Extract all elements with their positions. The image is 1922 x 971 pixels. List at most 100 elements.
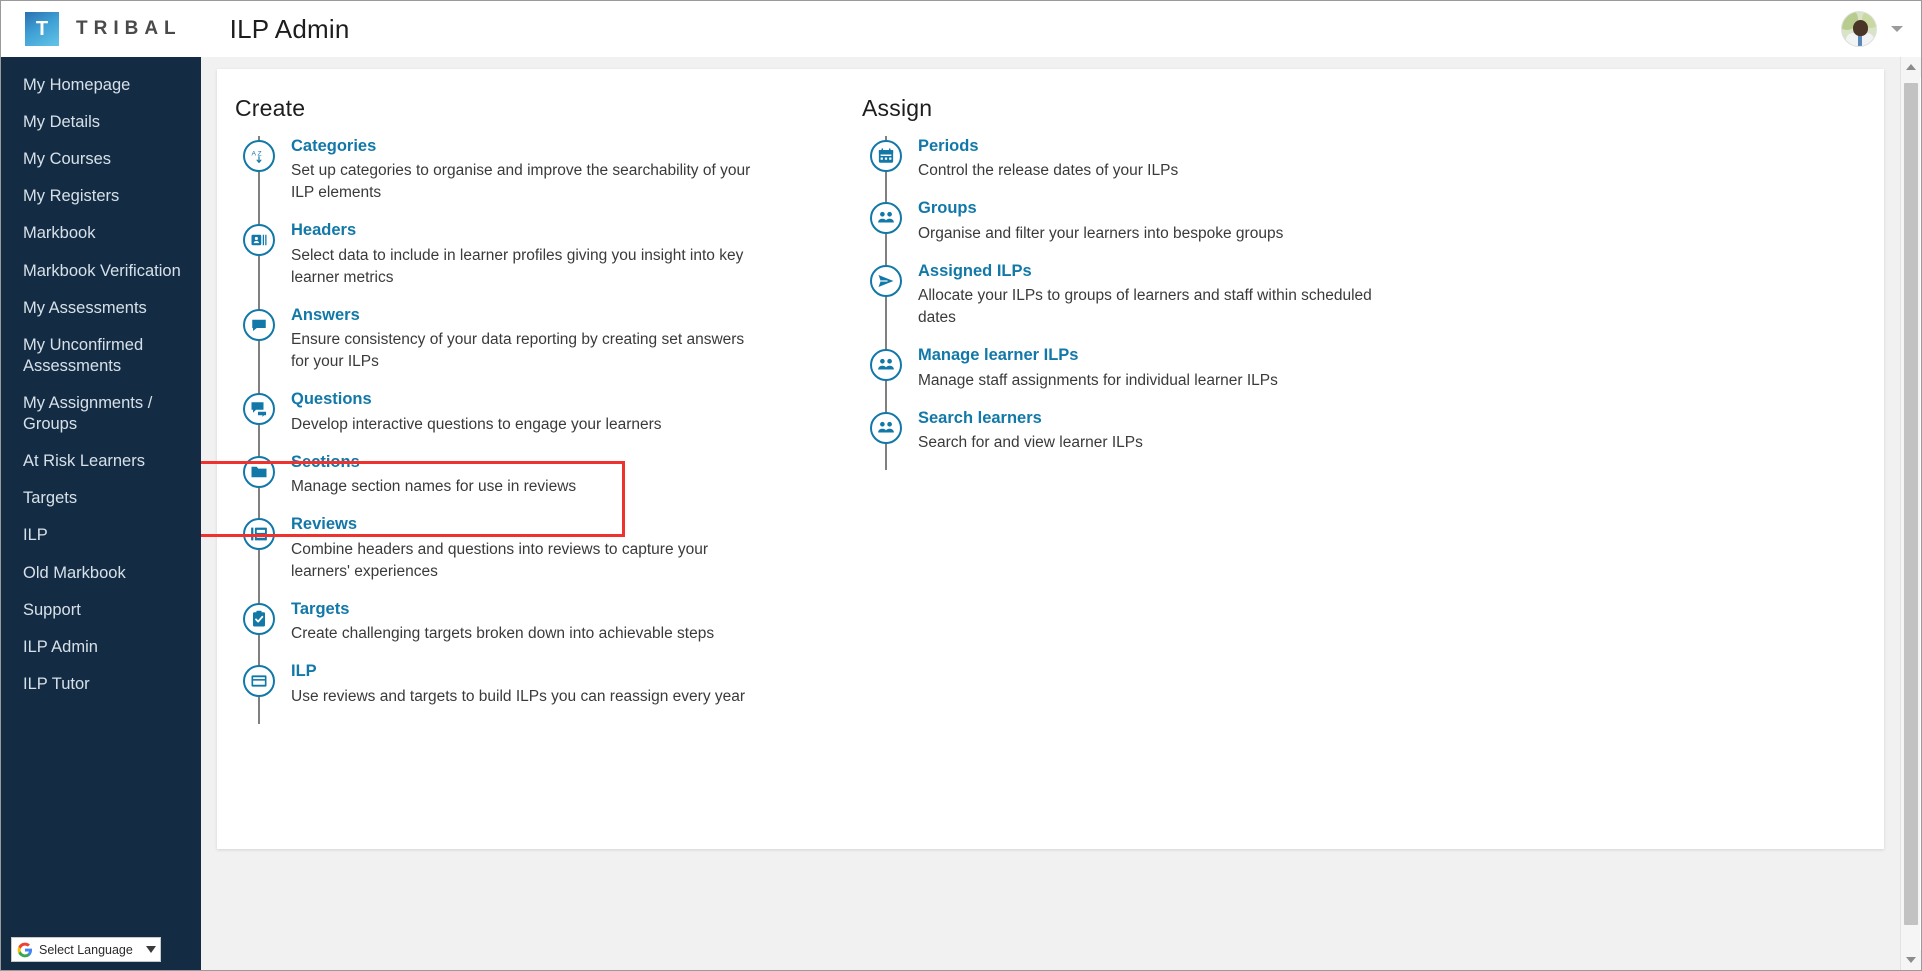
create-link-categories[interactable]: Categories xyxy=(291,136,376,157)
scroll-down-arrow[interactable] xyxy=(1901,950,1921,970)
assign-item-body: Groups Organise and filter your learners… xyxy=(918,198,1283,244)
brand-logo[interactable]: T TRIBAL xyxy=(25,12,182,46)
create-item-body: Headers Select data to include in learne… xyxy=(291,220,766,288)
create-link-headers[interactable]: Headers xyxy=(291,220,356,241)
sidebar-item-ilp-admin[interactable]: ILP Admin xyxy=(1,629,201,666)
sidebar-item-old-markbook[interactable]: Old Markbook xyxy=(1,555,201,592)
assign-item-body: Assigned ILPs Allocate your ILPs to grou… xyxy=(918,261,1393,329)
sidebar-item-ilp[interactable]: ILP xyxy=(1,517,201,554)
create-link-targets[interactable]: Targets xyxy=(291,599,349,620)
sidebar-item-markbook[interactable]: Markbook xyxy=(1,215,201,252)
sidebar-item-my-homepage[interactable]: My Homepage xyxy=(1,67,201,104)
column-container: Create A Z Categories Set up categories … xyxy=(217,69,1884,724)
language-selector[interactable]: Select Language xyxy=(11,937,161,962)
svg-text:Z: Z xyxy=(258,150,262,157)
sidebar-item-at-risk-learners[interactable]: At Risk Learners xyxy=(1,443,201,480)
assign-heading: Assign xyxy=(862,95,933,121)
create-item-body: Targets Create challenging targets broke… xyxy=(291,599,714,645)
assign-item-periods[interactable]: Periods Control the release dates of you… xyxy=(862,136,1432,198)
create-item-body: Questions Develop interactive questions … xyxy=(291,389,662,435)
create-desc-sections: Manage section names for use in reviews xyxy=(291,478,577,496)
sidebar-item-my-details[interactable]: My Details xyxy=(1,104,201,141)
create-desc-reviews: Combine headers and questions into revie… xyxy=(291,540,709,580)
application-window: T TRIBAL ILP Admin My Homepage My Detail… xyxy=(0,0,1922,971)
language-selector-label: Select Language xyxy=(39,942,133,957)
create-item-categories[interactable]: A Z Categories Set up categories to orga… xyxy=(235,136,805,220)
create-desc-categories: Set up categories to organise and improv… xyxy=(291,162,751,202)
people-icon xyxy=(870,349,902,382)
avatar[interactable] xyxy=(1841,11,1877,47)
sidebar-nav: My Homepage My Details My Courses My Reg… xyxy=(1,57,201,703)
sidebar-item-ilp-tutor[interactable]: ILP Tutor xyxy=(1,666,201,703)
sidebar-item-targets[interactable]: Targets xyxy=(1,480,201,517)
sidebar-item-markbook-verification[interactable]: Markbook Verification xyxy=(1,253,201,290)
assign-item-assigned-ilps[interactable]: Assigned ILPs Allocate your ILPs to grou… xyxy=(862,261,1432,345)
create-item-answers[interactable]: Answers Ensure consistency of your data … xyxy=(235,305,805,389)
chevron-down-icon[interactable] xyxy=(1891,26,1903,32)
assign-item-body: Manage learner ILPs Manage staff assignm… xyxy=(918,345,1278,391)
sidebar-item-my-registers[interactable]: My Registers xyxy=(1,178,201,215)
assign-item-groups[interactable]: Groups Organise and filter your learners… xyxy=(862,198,1432,260)
create-desc-answers: Ensure consistency of your data reportin… xyxy=(291,331,745,371)
assign-link-groups[interactable]: Groups xyxy=(918,198,977,219)
create-item-body: Categories Set up categories to organise… xyxy=(291,136,766,204)
create-item-headers[interactable]: Headers Select data to include in learne… xyxy=(235,220,805,304)
triangle-up-icon xyxy=(1906,64,1916,70)
scrollbar-thumb[interactable] xyxy=(1904,83,1918,925)
create-link-sections[interactable]: Sections xyxy=(291,452,360,473)
create-item-sections[interactable]: Sections Manage section names for use in… xyxy=(235,452,805,514)
main-content: Create A Z Categories Set up categories … xyxy=(201,57,1901,970)
page-scrollbar[interactable] xyxy=(1900,57,1921,970)
chat-bubbles-icon xyxy=(243,393,275,426)
create-link-questions[interactable]: Questions xyxy=(291,389,372,410)
create-link-reviews[interactable]: Reviews xyxy=(291,514,357,535)
create-item-targets[interactable]: Targets Create challenging targets broke… xyxy=(235,599,805,661)
people-icon xyxy=(870,202,902,235)
sidebar-item-my-unconfirmed-assessments[interactable]: My Unconfirmed Assessments xyxy=(1,327,201,385)
assign-link-search-learners[interactable]: Search learners xyxy=(918,408,1042,429)
assign-desc-assigned-ilps: Allocate your ILPs to groups of learners… xyxy=(918,287,1372,327)
assign-link-periods[interactable]: Periods xyxy=(918,136,979,157)
top-bar: T TRIBAL ILP Admin xyxy=(1,1,1921,57)
create-item-ilp[interactable]: ILP Use reviews and targets to build ILP… xyxy=(235,661,805,723)
sort-alpha-icon: A Z xyxy=(243,140,275,172)
assign-item-manage-learner-ilps[interactable]: Manage learner ILPs Manage staff assignm… xyxy=(862,345,1432,407)
document-list-icon xyxy=(243,518,275,551)
create-link-ilp[interactable]: ILP xyxy=(291,661,317,682)
scroll-up-arrow[interactable] xyxy=(1901,57,1921,77)
create-item-questions[interactable]: Questions Develop interactive questions … xyxy=(235,389,805,451)
create-item-reviews[interactable]: Reviews Combine headers and questions in… xyxy=(235,514,805,598)
create-item-body: Reviews Combine headers and questions in… xyxy=(291,514,766,582)
assign-column: Assign Periods Control the release dates… xyxy=(862,95,1432,724)
assign-link-assigned-ilps[interactable]: Assigned ILPs xyxy=(918,261,1032,282)
id-card-icon xyxy=(243,224,275,257)
create-column: Create A Z Categories Set up categories … xyxy=(235,95,805,724)
sidebar: My Homepage My Details My Courses My Reg… xyxy=(1,57,201,970)
create-item-body: Sections Manage section names for use in… xyxy=(291,452,576,498)
people-icon xyxy=(870,411,902,444)
sidebar-item-my-assessments[interactable]: My Assessments xyxy=(1,290,201,327)
tribal-logo-wordmark: TRIBAL xyxy=(76,18,182,39)
folder-icon xyxy=(243,455,275,488)
sidebar-item-support[interactable]: Support xyxy=(1,592,201,629)
assign-item-search-learners[interactable]: Search learners Search for and view lear… xyxy=(862,408,1432,470)
assign-item-body: Periods Control the release dates of you… xyxy=(918,136,1178,182)
google-g-icon xyxy=(17,942,33,958)
assign-item-body: Search learners Search for and view lear… xyxy=(918,408,1143,454)
create-link-answers[interactable]: Answers xyxy=(291,305,360,326)
chevron-down-icon[interactable] xyxy=(145,946,156,953)
assign-link-manage-learner-ilps[interactable]: Manage learner ILPs xyxy=(918,345,1078,366)
sidebar-item-my-assignments-groups[interactable]: My Assignments / Groups xyxy=(1,385,201,443)
page-title: ILP Admin xyxy=(229,13,350,44)
tribal-logo-mark: T xyxy=(25,12,59,46)
paper-plane-icon xyxy=(870,264,902,297)
assign-desc-search-learners: Search for and view learner ILPs xyxy=(918,434,1143,452)
create-timeline: A Z Categories Set up categories to orga… xyxy=(235,136,805,724)
calendar-icon xyxy=(870,140,902,172)
assign-desc-periods: Control the release dates of your ILPs xyxy=(918,162,1179,180)
window-panel-icon xyxy=(243,665,275,698)
create-item-body: Answers Ensure consistency of your data … xyxy=(291,305,766,373)
clipboard-check-icon xyxy=(243,602,275,635)
create-desc-ilp: Use reviews and targets to build ILPs yo… xyxy=(291,687,746,705)
sidebar-item-my-courses[interactable]: My Courses xyxy=(1,141,201,178)
